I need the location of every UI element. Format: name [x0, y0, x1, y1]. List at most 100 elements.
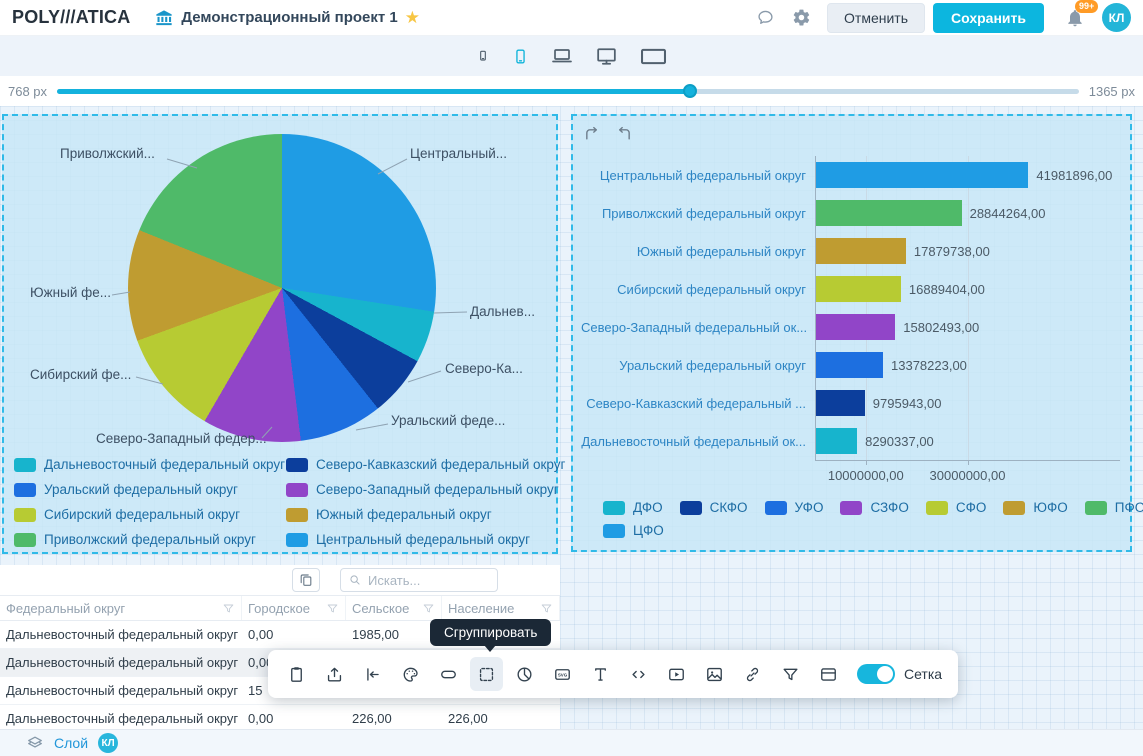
legend-item[interactable]: ДФО [603, 500, 663, 515]
pie-chart[interactable] [128, 134, 436, 442]
bar-row: Сибирский федеральный округ16889404,00 [581, 270, 1120, 308]
grid-toggle-knob [877, 666, 893, 682]
cancel-button[interactable]: Отменить [827, 3, 925, 33]
layers-icon[interactable] [26, 734, 44, 752]
x-tick-label: 10000000,00 [828, 468, 904, 483]
legend-item[interactable]: Центральный федеральный округ [286, 532, 565, 547]
legend-item[interactable]: Дальневосточный федеральный округ [14, 457, 286, 472]
favorite-star-icon[interactable]: ★ [405, 9, 420, 26]
bar[interactable] [815, 314, 895, 340]
legend-swatch [286, 508, 308, 522]
button-tool-button[interactable] [432, 657, 465, 691]
legend-item-label: Северо-Западный федеральный округ [316, 482, 559, 497]
image-tool-button[interactable] [698, 657, 731, 691]
table-cell: 226,00 [346, 711, 442, 726]
slider-handle[interactable] [683, 84, 697, 98]
bar[interactable] [815, 276, 901, 302]
bar-row: Дальневосточный федеральный ок...8290337… [581, 422, 1120, 460]
table-row[interactable]: Дальневосточный федеральный округ0,00226… [0, 705, 560, 729]
grid-toggle-label: Сетка [904, 666, 942, 682]
legend-item-label: УФО [795, 500, 824, 515]
legend-swatch [14, 508, 36, 522]
selection-tool-button[interactable] [470, 657, 503, 691]
table-widget[interactable]: Федеральный округГородскоеСельское Населе… [0, 565, 560, 729]
notification-badge: 99+ [1075, 0, 1098, 13]
collapse-left-tool-button[interactable] [356, 657, 389, 691]
legend-item[interactable]: Северо-Кавказский федеральный округ [286, 457, 565, 472]
layer-label[interactable]: Слой [54, 735, 88, 751]
pie-slice-label: Уральский феде... [391, 413, 505, 428]
device-laptop-button[interactable] [547, 41, 577, 71]
bar-row: Уральский федеральный округ13378223,00 [581, 346, 1120, 384]
dashboard-canvas[interactable]: Центральный...Дальнев...Северо-Ка...Урал… [0, 106, 1143, 729]
notifications-button[interactable]: 99+ [1060, 4, 1090, 32]
bar[interactable] [815, 162, 1028, 188]
column-header-label: Население [448, 601, 514, 616]
video-tool-button[interactable] [660, 657, 693, 691]
device-phone-small-button[interactable] [472, 45, 494, 67]
pie-legend: Дальневосточный федеральный округСеверо-… [14, 457, 552, 547]
column-filter-icon[interactable] [222, 602, 235, 615]
legend-item[interactable]: Северо-Западный федеральный округ [286, 482, 565, 497]
palette-tool-button[interactable] [394, 657, 427, 691]
pie-chart-widget[interactable]: Центральный...Дальнев...Северо-Ка...Урал… [2, 114, 558, 554]
svg-tool-button[interactable]: SVG [546, 657, 579, 691]
table-cell: 1985,00 [346, 627, 442, 642]
legend-item[interactable]: Приволжский федеральный округ [14, 532, 286, 547]
bar[interactable] [815, 390, 865, 416]
legend-item[interactable]: ЦФО [603, 523, 664, 538]
legend-item[interactable]: СФО [926, 500, 987, 515]
group-tooltip: Сгруппировать [430, 619, 551, 646]
legend-item[interactable]: ЮФО [1003, 500, 1067, 515]
legend-item-label: ЮФО [1033, 500, 1067, 515]
legend-item[interactable]: Уральский федеральный округ [14, 482, 286, 497]
column-header[interactable]: Сельское [346, 596, 442, 620]
settings-button[interactable] [787, 4, 815, 32]
column-filter-icon[interactable] [326, 602, 339, 615]
bar[interactable] [815, 428, 857, 454]
legend-item[interactable]: Южный федеральный округ [286, 507, 565, 522]
avatar[interactable]: КЛ [1102, 3, 1131, 32]
search-box[interactable] [340, 568, 498, 592]
comments-button[interactable] [751, 4, 779, 32]
layer-user-badge: КЛ [98, 733, 118, 753]
rotate-right-icon [613, 126, 633, 146]
legend-item[interactable]: Сибирский федеральный округ [14, 507, 286, 522]
pie-slice-label: Сибирский фе... [30, 367, 131, 382]
text-tool-button[interactable] [584, 657, 617, 691]
save-button[interactable]: Сохранить [933, 3, 1044, 33]
duplicate-button[interactable] [292, 568, 320, 592]
card-tool-button[interactable] [812, 657, 845, 691]
search-input[interactable] [368, 573, 490, 588]
bar-chart-widget[interactable]: Центральный федеральный округ41981896,00… [571, 114, 1132, 552]
column-header[interactable]: Городское [242, 596, 346, 620]
width-slider[interactable] [57, 89, 1079, 94]
grid-toggle[interactable] [857, 664, 895, 684]
gauge-tool-button[interactable] [508, 657, 541, 691]
device-desktop-button[interactable] [591, 41, 622, 72]
search-icon [348, 573, 362, 587]
rotate-right-button[interactable] [613, 126, 633, 146]
legend-item[interactable]: СКФО [680, 500, 748, 515]
device-tv-button[interactable] [636, 39, 671, 74]
rotate-left-button[interactable] [583, 126, 603, 146]
legend-item[interactable]: УФО [765, 500, 824, 515]
column-filter-icon[interactable] [540, 602, 553, 615]
table-toolbar [0, 565, 560, 595]
column-filter-icon[interactable] [422, 602, 435, 615]
device-phone-button[interactable] [508, 44, 533, 69]
legend-item[interactable]: ПФО [1085, 500, 1143, 515]
upload-tool-button[interactable] [318, 657, 351, 691]
bar[interactable] [815, 238, 906, 264]
legend-item[interactable]: СЗФО [840, 500, 908, 515]
column-header[interactable]: Население [442, 596, 560, 620]
clipboard-tool-button[interactable] [280, 657, 313, 691]
column-header[interactable]: Федеральный округ [0, 596, 242, 620]
bar[interactable] [815, 200, 962, 226]
link-tool-button[interactable] [736, 657, 769, 691]
bar-chart: Центральный федеральный округ41981896,00… [581, 156, 1120, 518]
bar[interactable] [815, 352, 883, 378]
filter-tool-button[interactable] [774, 657, 807, 691]
legend-swatch [1003, 501, 1025, 515]
code-tool-button[interactable] [622, 657, 655, 691]
